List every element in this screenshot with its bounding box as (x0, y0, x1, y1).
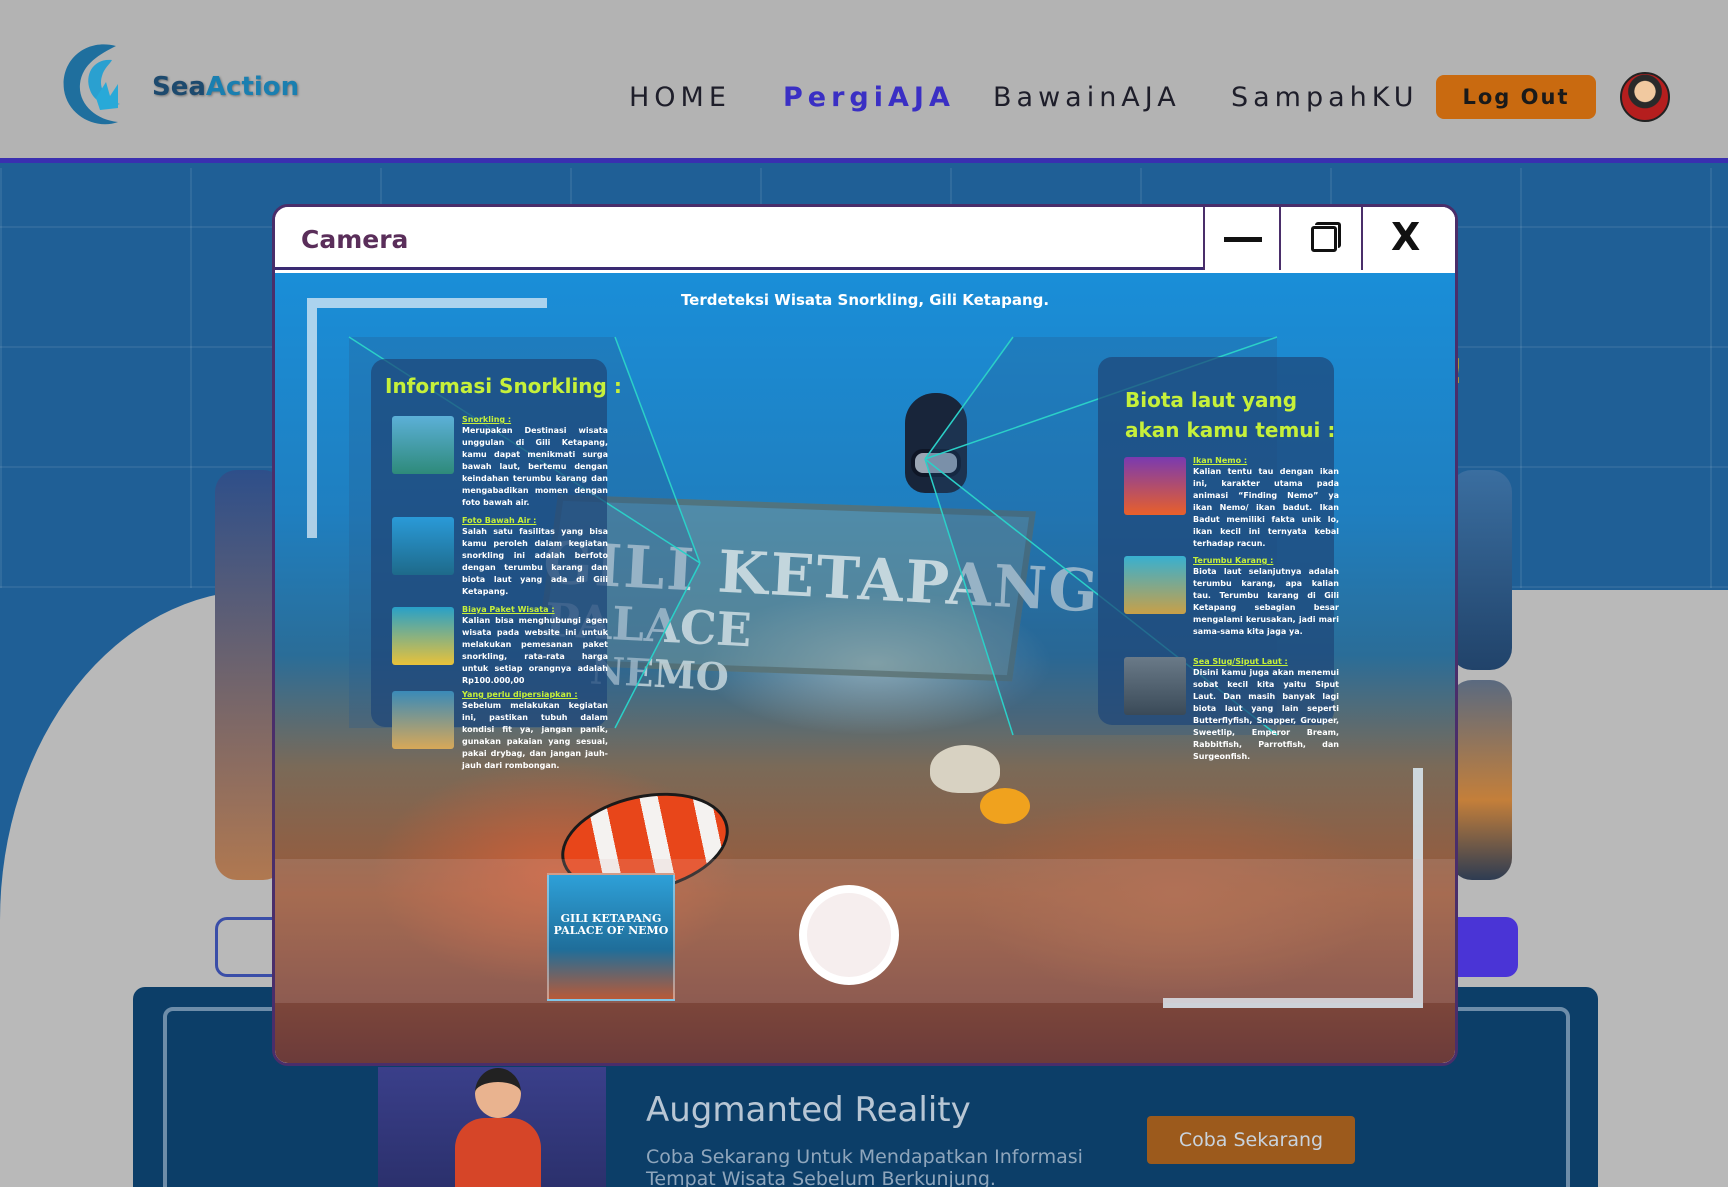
snorkling-photo (392, 416, 454, 474)
info-panel-title: Biota laut yang akan kamu temui : (1125, 388, 1336, 442)
preparation-photo (392, 691, 454, 749)
item-heading: Ikan Nemo : (1193, 456, 1248, 465)
item-text: Disini kamu juga akan menemui sobat keci… (1193, 668, 1339, 761)
thumbnail-text: GILI KETAPANG PALACE OF NEMO (553, 912, 669, 937)
item-text: Merupakan Destinasi wisata unggulan di G… (462, 426, 608, 507)
close-icon: X (1391, 215, 1421, 259)
window-title: Camera (301, 225, 409, 254)
sea-slug-photo (1124, 657, 1186, 715)
search-input[interactable] (215, 917, 275, 977)
detection-text: Terdeteksi Wisata Snorkling, Gili Ketapa… (680, 291, 1050, 309)
maximize-button[interactable] (1279, 207, 1361, 270)
item-heading: Snorkling : (462, 415, 512, 424)
brand-part-1: Sea (152, 72, 206, 102)
item-heading: Yang perlu dipersiapkan : (462, 690, 578, 699)
item-text: Biota laut selanjutnya adalah terumbu ka… (1193, 567, 1339, 636)
camera-titlebar[interactable]: Camera X (275, 207, 1455, 270)
underwater-photo (392, 517, 454, 575)
item-text: Kalian tentu tau dengan ikan ini, karakt… (1193, 467, 1339, 548)
tour-package-photo (392, 607, 454, 665)
item-text: Sebelum melakukan kegiatan ini, pastikan… (462, 701, 608, 770)
logout-button[interactable]: Log Out (1436, 75, 1596, 119)
top-nav: SeaAction HOME PergiAJA BawainAJA Sampah… (0, 0, 1728, 163)
coral-reef-photo (1124, 556, 1186, 614)
wave-logo-icon[interactable] (56, 38, 132, 130)
item-heading: Foto Bawah Air : (462, 516, 537, 525)
camera-feed: GILI KETAPANG PALACE NEMO Terdeteksi (275, 273, 1455, 1063)
nav-bawainaja[interactable]: BawainAJA (993, 82, 1181, 113)
ar-title: Augmanted Reality (646, 1090, 971, 1130)
restore-icon (1311, 226, 1337, 252)
avatar[interactable] (1620, 72, 1670, 122)
last-capture-thumbnail[interactable] (547, 873, 675, 1001)
item-heading: Sea Slug/Siput Laut : (1193, 657, 1288, 666)
info-panel-title: Informasi Snorkling : (385, 374, 622, 398)
item-heading: Biaya Paket Wisata : (462, 605, 555, 614)
minimize-button[interactable] (1203, 207, 1279, 270)
search-button[interactable] (1450, 917, 1518, 977)
vr-person-body (455, 1118, 541, 1187)
item-text: Kalian bisa menghubungi agen wisata pada… (462, 616, 608, 685)
shutter-button[interactable] (799, 885, 899, 985)
item-text: Salah satu fasilitas yang bisa kamu pero… (462, 527, 608, 596)
destination-card-right-bottom[interactable] (1450, 680, 1512, 880)
page: ! Augmanted Reality Coba Sekarang Untuk … (0, 0, 1728, 1187)
item-heading: Terumbu Karang : (1193, 556, 1274, 565)
minimize-icon (1224, 237, 1262, 242)
ar-description: Coba Sekarang Untuk Mendapatkan Informas… (646, 1146, 1083, 1187)
destination-card-right-top[interactable] (1450, 470, 1512, 670)
vr-person-head (475, 1068, 521, 1118)
brand-part-2: Action (205, 72, 300, 102)
nav-pergiaja[interactable]: PergiAJA (783, 82, 955, 113)
nav-home[interactable]: HOME (629, 82, 731, 113)
camera-window: Camera X GILI KETAPANG PALACE NEMO (272, 204, 1458, 1066)
brand-name[interactable]: SeaAction (152, 72, 299, 102)
close-button[interactable]: X (1361, 207, 1455, 270)
try-now-button[interactable]: Coba Sekarang (1147, 1116, 1355, 1164)
nav-sampahku[interactable]: SampahKU (1231, 82, 1419, 113)
clownfish-photo (1124, 457, 1186, 515)
